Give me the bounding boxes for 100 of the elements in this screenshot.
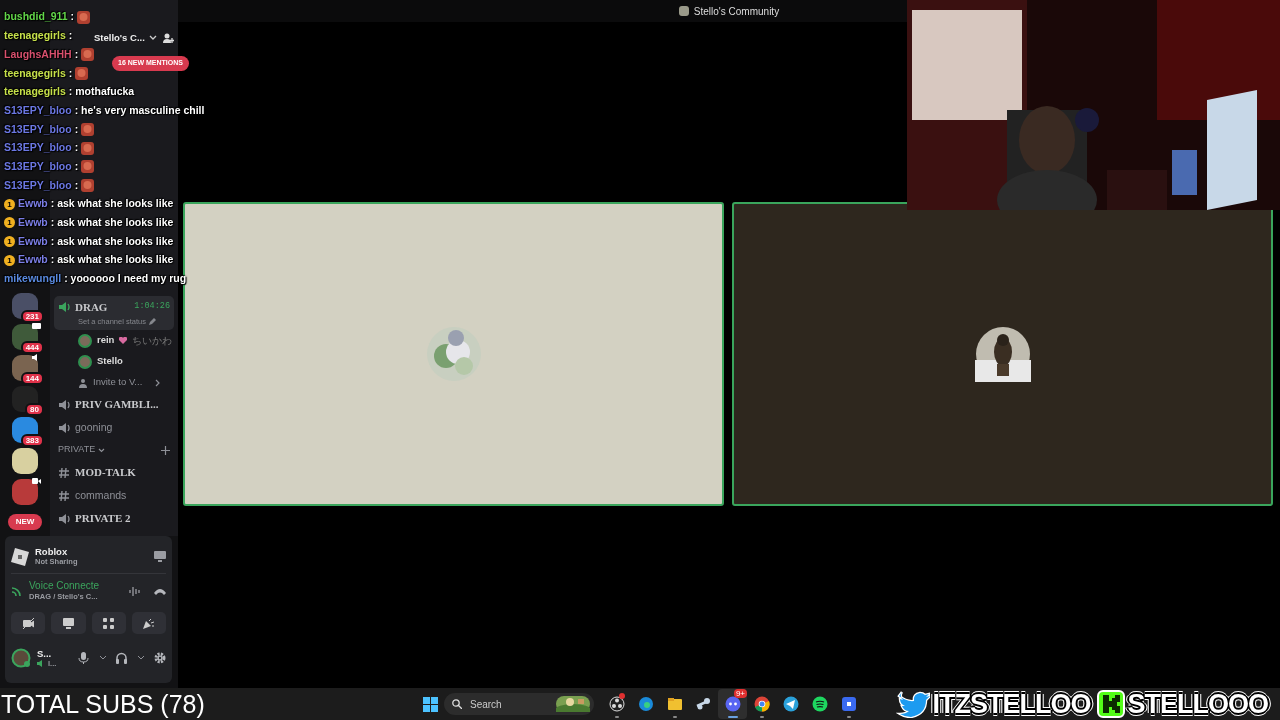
chat-message: :: [68, 65, 73, 81]
hash-icon: [58, 489, 70, 502]
server-icon[interactable]: [12, 479, 38, 506]
search-field[interactable]: Search: [468, 695, 548, 713]
camera-off-icon: [22, 617, 34, 629]
voice-status: Voice Connecte: [29, 580, 100, 593]
social-handle: ITZSTELLOO: [932, 689, 1091, 719]
chat-username: S13EPY_bloo: [4, 158, 72, 174]
channel-name[interactable]: DRAG: [75, 298, 108, 316]
chat-message: : ask what she looks like: [50, 196, 174, 212]
chevron-icon: [148, 35, 157, 41]
chat-username: teenagegirls: [4, 65, 66, 81]
disconnect-button[interactable]: [154, 587, 166, 595]
channel-name: gooning: [75, 419, 113, 435]
browser-icon: [753, 696, 770, 712]
chat-username: LaughsAHHH: [4, 46, 72, 62]
chat-username: Ewwb: [18, 196, 48, 212]
speaker-icon: [58, 512, 70, 525]
channel-item[interactable]: PRIVATE 2: [54, 507, 174, 531]
screen-share-button[interactable]: [51, 612, 86, 635]
soundboard-button[interactable]: [131, 612, 166, 635]
party-icon: [143, 617, 155, 629]
server-name[interactable]: Stello's C...: [94, 30, 145, 46]
chat-message: :: [74, 177, 79, 193]
chat-username: teenagegirls: [4, 84, 66, 100]
chat-message: : ask what she looks like: [50, 215, 174, 231]
chat-message: :: [70, 9, 75, 25]
headphones-icon: [116, 652, 128, 665]
chat-message: : ask what she looks like: [50, 252, 174, 268]
channel-item[interactable]: commands: [54, 484, 174, 508]
sub-badge: 1: [4, 236, 15, 248]
speaker-icon: [58, 421, 70, 434]
new-button[interactable]: NEW: [7, 514, 43, 531]
speaker-icon: [58, 398, 70, 411]
screen-icon: [62, 617, 74, 629]
call-timer: 1:04:26: [134, 300, 170, 314]
waveform-icon: [129, 585, 140, 597]
settings-button[interactable]: [154, 652, 166, 665]
channel-item[interactable]: PRIV GAMBLI...: [54, 393, 174, 417]
bird-icon: [895, 690, 930, 718]
screen-icon: [154, 551, 166, 563]
activities-button[interactable]: [91, 612, 126, 635]
subscriber-count: TOTAL SUBS (78): [0, 689, 206, 719]
people-icon: [78, 377, 88, 388]
mute-button[interactable]: [78, 652, 90, 665]
invite-link[interactable]: Invite to V...: [93, 375, 143, 390]
channel-name: MOD-TALK: [75, 465, 136, 481]
chat-username: teenagegirls: [4, 28, 66, 44]
chevron-icon: [155, 378, 160, 387]
sub-badge: 1: [4, 217, 15, 229]
avatar: [78, 354, 92, 369]
search-bar[interactable]: Search: [444, 693, 594, 715]
channel-item[interactable]: MOD-TALK: [54, 461, 174, 485]
share-screen-button[interactable]: [154, 551, 166, 563]
chat-message: :: [74, 158, 79, 174]
chat-username: bushdid_911: [4, 9, 68, 25]
chat-username: Ewwb: [18, 215, 48, 231]
member-name[interactable]: Stello: [97, 354, 123, 369]
noise-button[interactable]: [129, 585, 140, 597]
app-name: Roblox: [35, 546, 69, 558]
speaker-icon: [37, 660, 44, 668]
chat-username: S13EPY_bloo: [4, 140, 72, 156]
chat-message: :: [74, 140, 79, 156]
chat-message: : he's very masculine chill: [74, 102, 205, 118]
add-person-icon[interactable]: [163, 32, 174, 44]
channel-item[interactable]: gooning: [54, 416, 174, 440]
count-badge: 383: [20, 434, 44, 448]
sub-badge: 1: [4, 254, 15, 266]
chevron-icon: [98, 447, 106, 453]
chat-username: S13EPY_bloo: [4, 121, 72, 137]
hash-icon: [58, 466, 70, 479]
windows-icon[interactable]: [423, 696, 438, 712]
mic-icon: [78, 652, 90, 665]
user-avatar[interactable]: [11, 648, 31, 669]
app-icon: [11, 547, 29, 566]
server-icon: [678, 6, 689, 16]
search-icon: [452, 699, 462, 709]
paper-plane-icon: [782, 696, 799, 712]
server-icon[interactable]: [12, 448, 38, 475]
camera-icon: [32, 477, 41, 487]
member-name[interactable]: rein: [97, 333, 115, 348]
camera-off-button[interactable]: [11, 612, 46, 635]
settings-icon: [154, 652, 166, 665]
category-label[interactable]: PRIVATE: [58, 443, 96, 457]
deafen-button[interactable]: [116, 652, 128, 665]
channel-name: commands: [75, 487, 127, 503]
heart-icon: [119, 337, 128, 345]
chat-app-icon: [724, 696, 741, 712]
member-tag: ちいかわ: [132, 333, 173, 349]
chat-username: mikewungll: [4, 271, 62, 287]
grid-icon: [103, 617, 115, 629]
channel-name: PRIVATE 2: [75, 511, 131, 527]
plus-icon[interactable]: [161, 445, 170, 455]
music-app-icon: [811, 696, 828, 712]
speaker-icon: [58, 300, 70, 313]
signal-icon: [11, 585, 23, 598]
chat-message: :: [74, 46, 79, 62]
browser-icon: [637, 696, 654, 712]
taskbar-app[interactable]: 9+: [718, 689, 747, 719]
count-badge: 80: [25, 403, 44, 417]
